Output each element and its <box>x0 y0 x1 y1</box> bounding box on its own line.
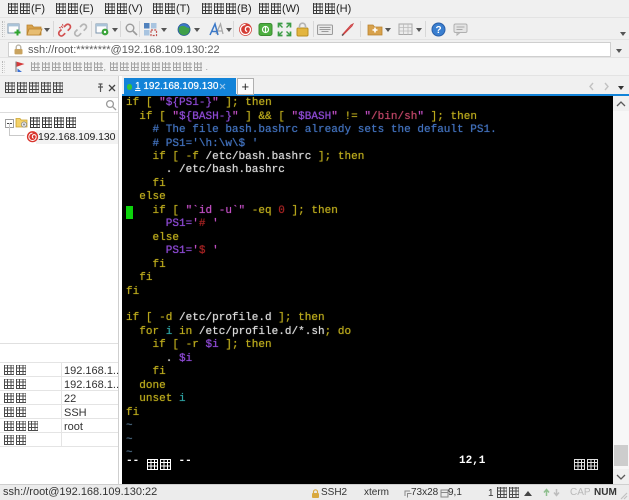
svg-text:?: ? <box>435 25 441 36</box>
